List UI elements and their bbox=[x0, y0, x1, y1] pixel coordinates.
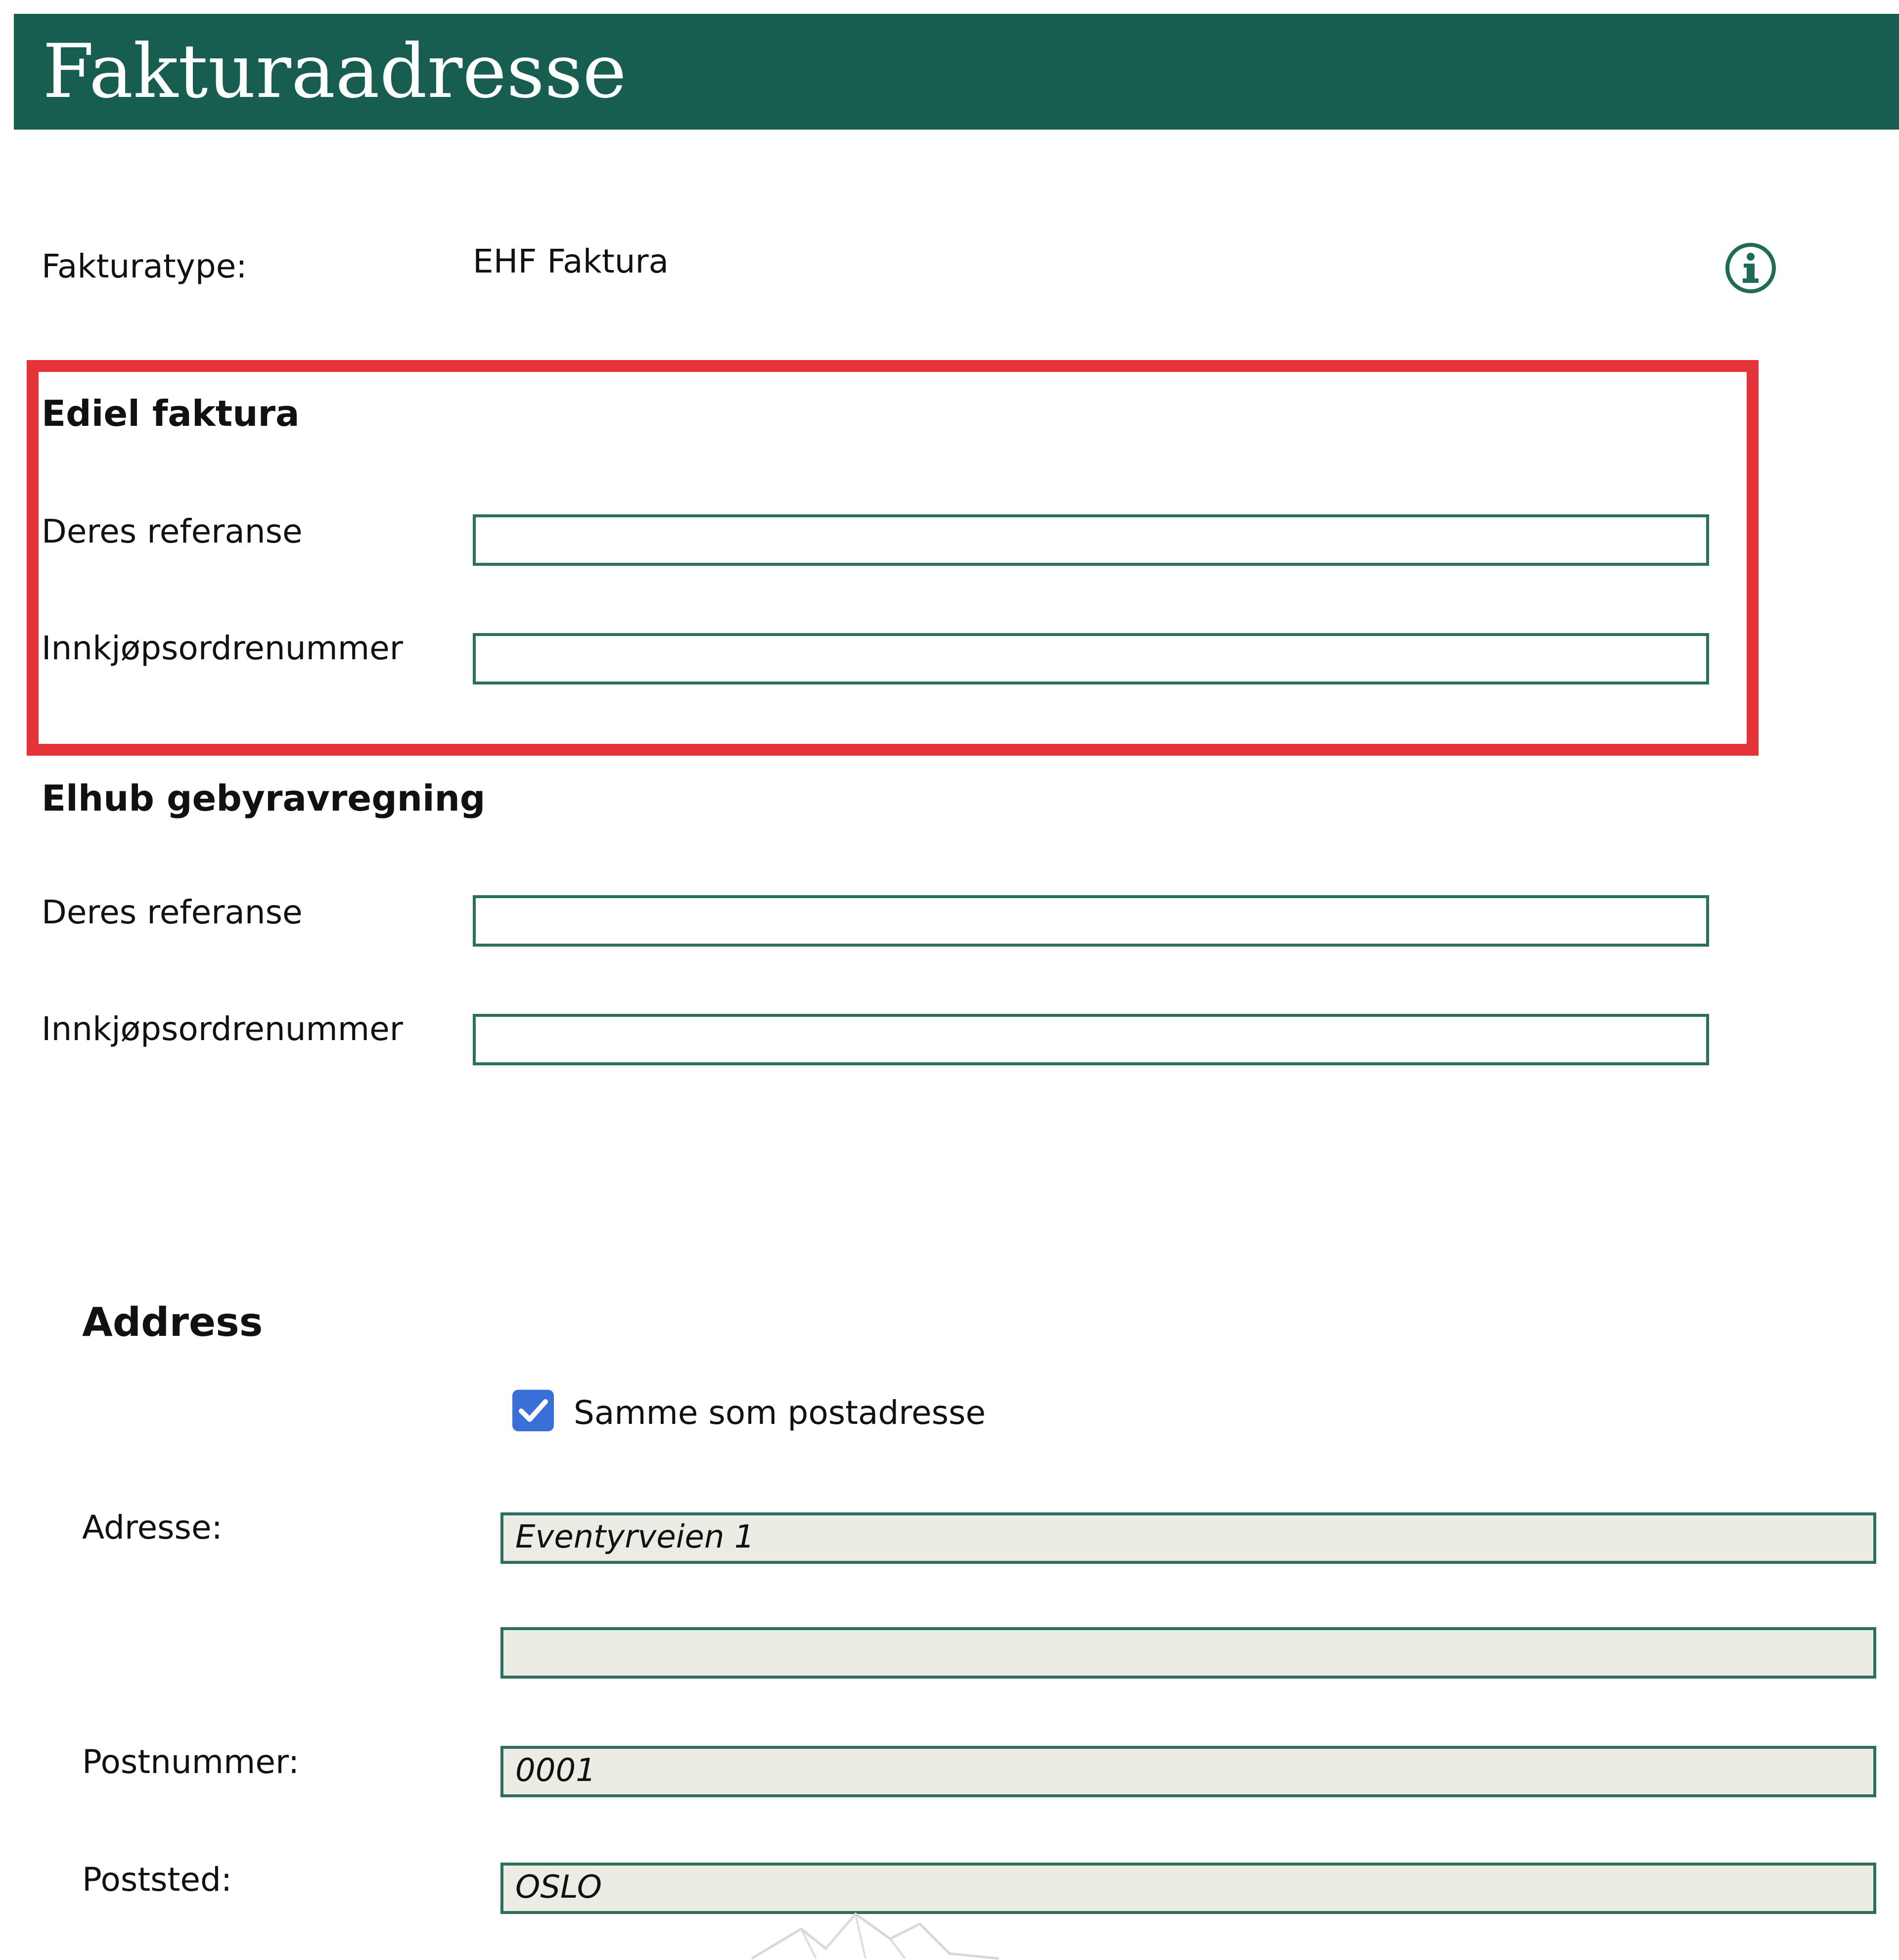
city-label: Poststed: bbox=[82, 1861, 232, 1899]
postcode-label: Postnummer: bbox=[82, 1743, 300, 1781]
ediel-heading: Ediel faktura bbox=[42, 393, 300, 434]
address-heading: Address bbox=[82, 1299, 263, 1345]
elhub-reference-input[interactable] bbox=[473, 895, 1709, 947]
postcode-field[interactable]: 0001 bbox=[500, 1746, 1876, 1797]
watermark-graphic bbox=[751, 1912, 999, 1960]
invoice-type-label: Fakturatype: bbox=[42, 247, 247, 285]
address-line1-field[interactable]: Eventyrveien 1 bbox=[500, 1512, 1876, 1564]
ediel-reference-label: Deres referanse bbox=[42, 512, 303, 550]
address-line2-field[interactable] bbox=[500, 1627, 1876, 1679]
same-as-postal-label[interactable]: Samme som postadresse bbox=[574, 1391, 986, 1435]
address-label: Adresse: bbox=[82, 1508, 223, 1547]
info-icon[interactable] bbox=[1724, 241, 1777, 295]
elhub-po-label: Innkjøpsordrenummer bbox=[42, 1010, 403, 1048]
elhub-po-input[interactable] bbox=[473, 1014, 1709, 1065]
same-as-postal-checkbox[interactable] bbox=[512, 1390, 554, 1431]
elhub-heading: Elhub gebyravregning bbox=[42, 777, 486, 819]
checkmark-icon bbox=[519, 1399, 548, 1422]
page-title: Fakturaadresse bbox=[43, 29, 627, 115]
city-field[interactable]: OSLO bbox=[500, 1863, 1876, 1914]
elhub-reference-label: Deres referanse bbox=[42, 893, 303, 931]
invoice-type-value: EHF Faktura bbox=[473, 242, 669, 280]
ediel-po-label: Innkjøpsordrenummer bbox=[42, 629, 403, 667]
ediel-po-input[interactable] bbox=[473, 633, 1709, 684]
ediel-reference-input[interactable] bbox=[473, 514, 1709, 566]
